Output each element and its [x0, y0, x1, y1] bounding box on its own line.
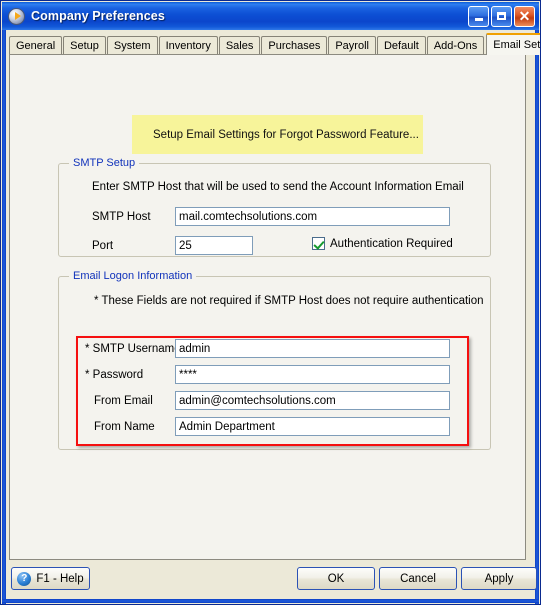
authentication-required-label: Authentication Required [330, 237, 453, 250]
smtp-username-label: * SMTP Username [85, 343, 181, 355]
question-mark-icon: ? [17, 571, 32, 586]
smtp-username-input[interactable] [175, 339, 450, 358]
window-left-border [2, 30, 6, 604]
port-input[interactable] [175, 236, 253, 255]
tab-setup[interactable]: Setup [63, 36, 106, 55]
authentication-required-checkbox[interactable]: Authentication Required [312, 237, 453, 250]
help-button[interactable]: ? F1 - Help [11, 567, 90, 590]
tab-purchases[interactable]: Purchases [261, 36, 328, 55]
notice-banner: Setup Email Settings for Forgot Password… [132, 115, 423, 154]
from-name-input[interactable] [175, 417, 450, 436]
minimize-button[interactable] [468, 5, 489, 27]
window-controls: ✕ [468, 5, 537, 27]
smtp-setup-legend: SMTP Setup [69, 157, 140, 169]
help-button-label: F1 - Help [36, 572, 84, 585]
close-button[interactable]: ✕ [514, 5, 535, 27]
smtp-host-label: SMTP Host [92, 211, 151, 223]
email-setup-panel: Setup Email Settings for Forgot Password… [9, 54, 526, 560]
from-email-label: From Email [94, 395, 153, 407]
tab-general[interactable]: General [9, 36, 63, 55]
checkbox-checked-icon [312, 237, 325, 250]
smtp-setup-hint: Enter SMTP Host that will be used to sen… [92, 181, 464, 193]
title-bar: Company Preferences ✕ [2, 2, 539, 30]
maximize-icon [497, 12, 506, 20]
email-logon-legend: Email Logon Information [69, 270, 197, 282]
minimize-icon [474, 18, 483, 21]
from-name-label: From Name [94, 421, 155, 433]
tab-strip: General Setup System Inventory Sales Pur… [6, 33, 540, 55]
cancel-button[interactable]: Cancel [379, 567, 457, 590]
smtp-host-input[interactable] [175, 207, 450, 226]
email-logon-hint: * These Fields are not required if SMTP … [94, 295, 484, 307]
port-label: Port [92, 240, 114, 252]
dialog-button-bar: ? F1 - Help OK Cancel Apply [6, 560, 537, 598]
window-bottom-border [2, 599, 539, 603]
ok-button[interactable]: OK [297, 567, 375, 590]
tab-system[interactable]: System [106, 36, 158, 55]
from-email-input[interactable] [175, 391, 450, 410]
company-preferences-window: Company Preferences ✕ General Setup Syst… [0, 0, 541, 605]
password-label: * Password [85, 369, 144, 381]
tab-sales[interactable]: Sales [218, 36, 261, 55]
maximize-button[interactable] [491, 5, 512, 27]
play-circle-icon [8, 7, 25, 25]
close-icon: ✕ [518, 8, 531, 24]
tab-email-setup[interactable]: Email Setup [486, 33, 540, 55]
tab-inventory[interactable]: Inventory [158, 36, 218, 55]
password-input[interactable] [175, 365, 450, 384]
tab-add-ons[interactable]: Add-Ons [426, 36, 485, 55]
window-right-border [535, 30, 539, 604]
tab-payroll[interactable]: Payroll [328, 36, 376, 55]
apply-button[interactable]: Apply [461, 567, 537, 590]
window-title: Company Preferences [31, 9, 165, 23]
tab-default[interactable]: Default [376, 36, 426, 55]
